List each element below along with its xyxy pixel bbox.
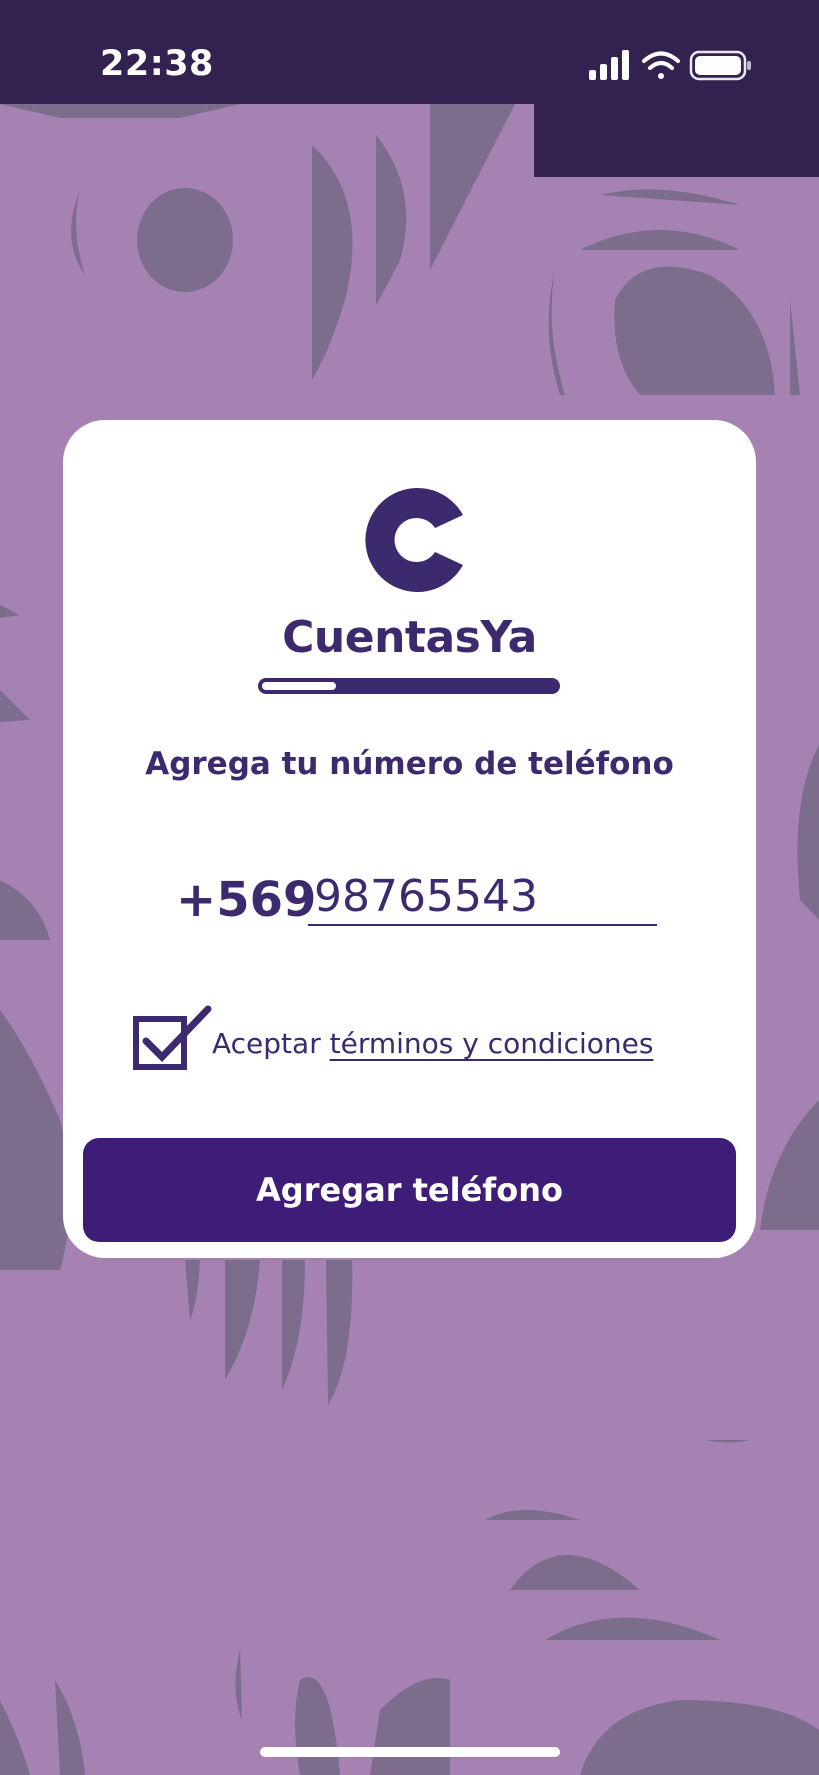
status-time: 22:38 (100, 44, 214, 84)
terms-text: Aceptar términos y condiciones (212, 1027, 653, 1060)
cuentasya-c-logo-icon (365, 488, 463, 592)
header-accent-block (534, 104, 819, 177)
home-indicator (260, 1747, 560, 1757)
battery-icon (689, 50, 751, 81)
wifi-icon (642, 51, 680, 79)
phone-registration-card: CuentasYa Agrega tu número de teléfono +… (63, 420, 756, 1258)
add-phone-button[interactable]: Agregar teléfono (83, 1138, 736, 1242)
brand-name: CuentasYa (282, 612, 537, 663)
country-code: +569 (176, 872, 317, 928)
terms-checkbox[interactable] (132, 1005, 212, 1075)
status-bar: 22:38 (0, 0, 819, 104)
phone-input[interactable] (308, 868, 657, 926)
cellular-signal-icon (589, 50, 629, 80)
terms-prefix: Aceptar (212, 1027, 321, 1060)
progress-fill (262, 682, 336, 690)
status-icons (589, 50, 751, 81)
form-heading: Agrega tu número de teléfono (145, 746, 674, 782)
terms-link[interactable]: términos y condiciones (330, 1027, 654, 1060)
terms-row: Aceptar términos y condiciones (132, 1005, 692, 1075)
progress-bar (258, 678, 560, 694)
